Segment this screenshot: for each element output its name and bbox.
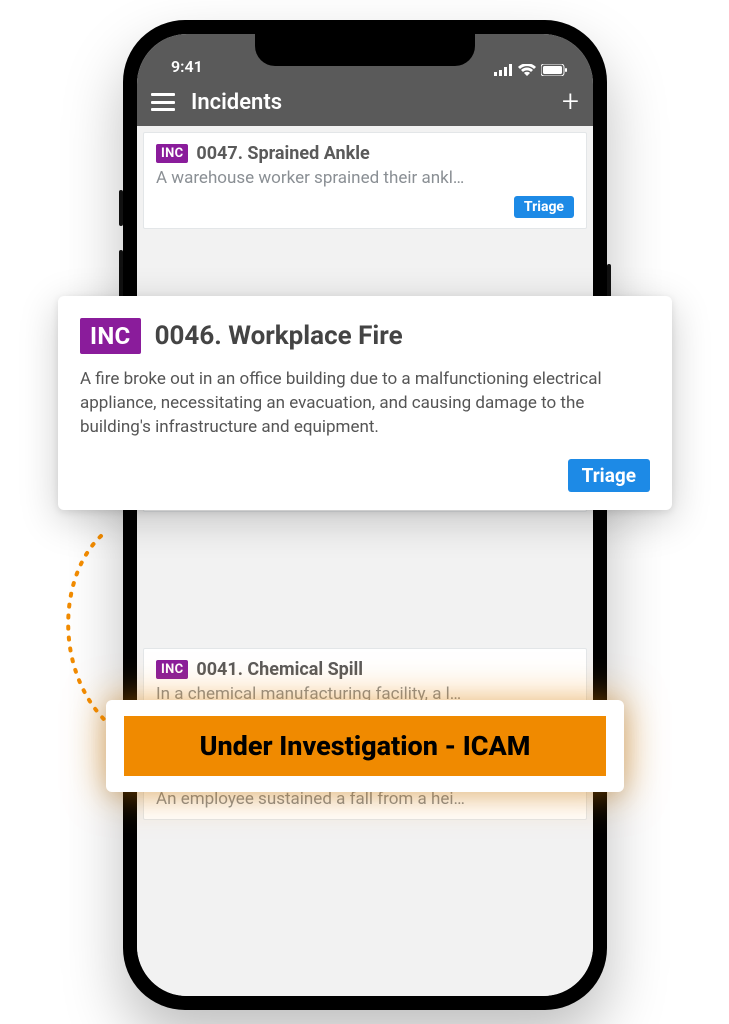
- status-badge: Triage: [568, 459, 650, 492]
- inc-badge: INC: [156, 144, 188, 163]
- status-banner-label: Under Investigation - ICAM: [124, 716, 606, 776]
- status-time: 9:41: [171, 57, 203, 76]
- wifi-icon: [518, 64, 536, 76]
- incident-subtitle: A warehouse worker sprained their ankl…: [156, 168, 574, 188]
- battery-icon: [541, 64, 567, 76]
- phone-frame: 9:41 Incidents + INC 0047. Sprained Ankl…: [123, 20, 607, 1010]
- spacer: [137, 520, 593, 648]
- side-button: [119, 190, 123, 226]
- notch: [255, 34, 475, 66]
- incident-subtitle: An employee sustained a fall from a hei…: [156, 789, 574, 809]
- incident-title: 0046. Workplace Fire: [155, 321, 403, 351]
- status-banner: Under Investigation - ICAM: [106, 700, 624, 792]
- status-badge: Triage: [514, 196, 574, 218]
- nav-bar: Incidents +: [137, 78, 593, 126]
- status-indicators: [494, 64, 567, 76]
- incident-card[interactable]: INC 0047. Sprained Ankle A warehouse wor…: [143, 132, 587, 229]
- nav-title: Incidents: [191, 90, 546, 115]
- inc-badge: INC: [80, 318, 141, 354]
- cellular-icon: [494, 64, 513, 76]
- menu-icon[interactable]: [151, 93, 175, 111]
- add-icon[interactable]: +: [562, 87, 579, 117]
- incident-card-expanded[interactable]: INC 0046. Workplace Fire A fire broke ou…: [58, 296, 672, 510]
- inc-badge: INC: [156, 660, 188, 679]
- incident-list[interactable]: INC 0047. Sprained Ankle A warehouse wor…: [137, 126, 593, 996]
- phone-screen: 9:41 Incidents + INC 0047. Sprained Ankl…: [137, 34, 593, 996]
- incident-title: 0041. Chemical Spill: [196, 659, 363, 680]
- incident-title: 0047. Sprained Ankle: [196, 143, 369, 164]
- incident-body: A fire broke out in an office building d…: [80, 368, 650, 439]
